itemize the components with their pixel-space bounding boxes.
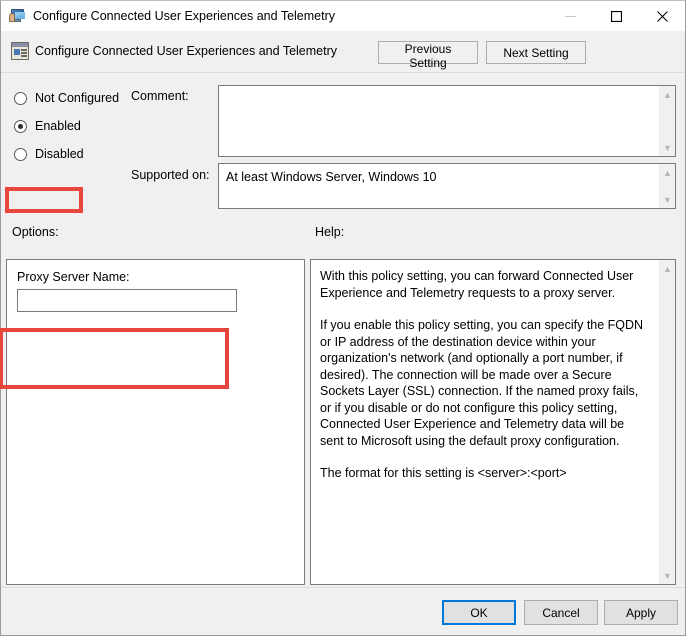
help-scrollbar[interactable]: ▲ ▼ [658, 260, 675, 584]
help-paragraph: The format for this setting is <server>:… [320, 465, 649, 482]
monitor-user-icon [9, 8, 25, 24]
comment-textarea[interactable]: ▲ ▼ [218, 85, 676, 157]
supported-on-scrollbar[interactable]: ▲ ▼ [658, 164, 675, 208]
comment-value[interactable] [219, 86, 658, 156]
radio-enabled[interactable]: Enabled [12, 115, 132, 137]
setting-header: Configure Connected User Experiences and… [1, 31, 685, 73]
radio-circle-icon [14, 148, 27, 161]
supported-on-textarea: At least Windows Server, Windows 10 ▲ ▼ [218, 163, 676, 209]
previous-setting-button[interactable]: Previous Setting [378, 41, 478, 64]
help-paragraph: With this policy setting, you can forwar… [320, 268, 649, 301]
radio-circle-selected-icon [14, 120, 27, 133]
next-setting-button[interactable]: Next Setting [486, 41, 586, 64]
radio-not-configured[interactable]: Not Configured [12, 87, 132, 109]
supported-on-value: At least Windows Server, Windows 10 [219, 164, 658, 208]
radio-label: Not Configured [35, 91, 119, 105]
maximize-icon[interactable] [593, 1, 639, 31]
radio-circle-icon [14, 92, 27, 105]
scroll-up-icon[interactable]: ▲ [659, 164, 676, 181]
help-label: Help: [315, 225, 344, 239]
ok-button[interactable]: OK [442, 600, 516, 625]
scroll-up-icon[interactable]: ▲ [659, 260, 676, 277]
scroll-down-icon[interactable]: ▼ [659, 567, 676, 584]
options-label: Options: [12, 225, 59, 239]
group-policy-setting-dialog: Configure Connected User Experiences and… [0, 0, 686, 636]
window-controls [547, 1, 685, 31]
scroll-up-icon[interactable]: ▲ [659, 86, 676, 103]
radio-label: Enabled [35, 119, 81, 133]
minimize-icon[interactable] [547, 1, 593, 31]
options-panel: Proxy Server Name: [6, 259, 305, 585]
radio-disabled[interactable]: Disabled [12, 143, 132, 165]
help-content: With this policy setting, you can forwar… [311, 260, 658, 584]
enabled-highlight-box [5, 187, 83, 213]
help-panel: With this policy setting, you can forwar… [310, 259, 676, 585]
setting-title: Configure Connected User Experiences and… [35, 44, 337, 58]
help-paragraph: If you enable this policy setting, you c… [320, 317, 649, 449]
comment-label: Comment: [131, 89, 189, 103]
comment-scrollbar[interactable]: ▲ ▼ [658, 86, 675, 156]
supported-on-label: Supported on: [131, 168, 210, 182]
scroll-down-icon[interactable]: ▼ [659, 191, 676, 208]
proxy-server-name-input[interactable] [17, 289, 237, 312]
policy-setting-icon [11, 42, 29, 60]
title-bar: Configure Connected User Experiences and… [1, 1, 685, 31]
window-title: Configure Connected User Experiences and… [33, 9, 335, 23]
close-icon[interactable] [639, 1, 685, 31]
cancel-button[interactable]: Cancel [524, 600, 598, 625]
options-content: Proxy Server Name: [7, 260, 304, 584]
state-radio-group: Not Configured Enabled Disabled [12, 87, 132, 171]
dialog-footer: OK Cancel Apply [1, 587, 685, 635]
apply-button[interactable]: Apply [604, 600, 678, 625]
proxy-server-name-label: Proxy Server Name: [17, 270, 294, 284]
radio-label: Disabled [35, 147, 84, 161]
scroll-down-icon[interactable]: ▼ [659, 139, 676, 156]
dialog-body: Not Configured Enabled Disabled Comment:… [1, 73, 685, 635]
